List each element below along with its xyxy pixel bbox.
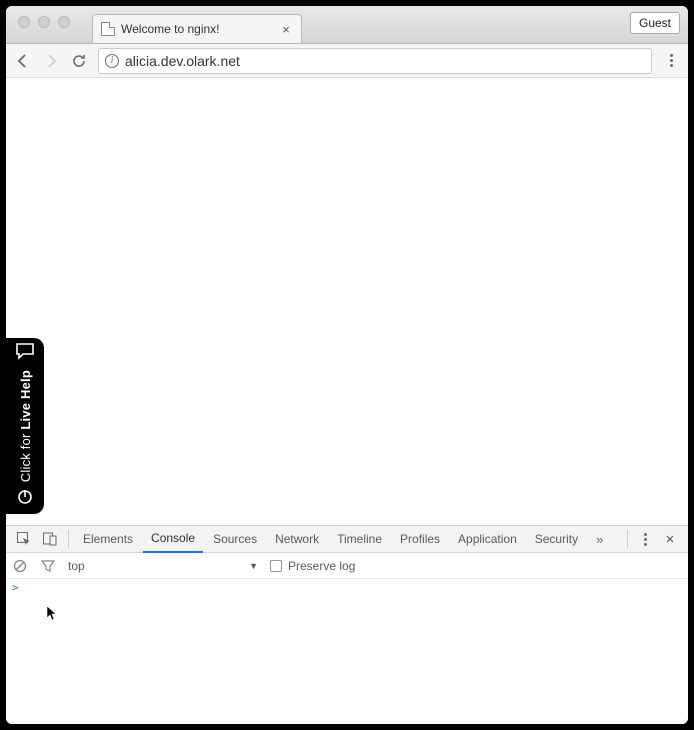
browser-tab[interactable]: Welcome to nginx! × — [92, 14, 302, 43]
page-icon — [101, 22, 115, 36]
preserve-log-checkbox[interactable] — [270, 560, 282, 572]
nav-toolbar: i alicia.dev.olark.net — [6, 44, 688, 78]
console-body[interactable]: > — [6, 579, 688, 724]
reload-button[interactable] — [70, 52, 88, 70]
chevron-down-icon: ▼ — [249, 561, 258, 571]
live-help-label: Click for Live Help — [18, 370, 33, 482]
tab-sources[interactable]: Sources — [205, 526, 265, 553]
close-devtools-icon[interactable]: × — [658, 526, 682, 553]
back-button[interactable] — [14, 52, 32, 70]
devtools-panel: Elements Console Sources Network Timelin… — [6, 525, 688, 724]
tab-title: Welcome to nginx! — [121, 22, 220, 36]
preserve-log-option[interactable]: Preserve log — [270, 559, 355, 573]
context-selector[interactable]: top ▼ — [68, 559, 258, 573]
clear-console-icon[interactable] — [12, 558, 28, 574]
window-controls — [18, 16, 70, 28]
close-tab-icon[interactable]: × — [279, 22, 293, 36]
tab-security[interactable]: Security — [527, 526, 586, 553]
mouse-cursor-icon — [46, 605, 58, 621]
overflow-tabs-icon[interactable]: » — [588, 526, 608, 553]
close-window-icon[interactable] — [18, 16, 30, 28]
separator — [68, 530, 69, 548]
console-prompt: > — [12, 581, 19, 594]
separator — [627, 530, 628, 548]
context-label: top — [68, 559, 85, 573]
device-toggle-icon[interactable] — [38, 526, 62, 553]
chat-bubble-icon — [15, 342, 35, 360]
browser-window: Welcome to nginx! × Guest i alicia.dev.o… — [6, 6, 688, 724]
guest-label: Guest — [639, 16, 671, 30]
devtools-menu-icon[interactable] — [636, 533, 654, 546]
tab-profiles[interactable]: Profiles — [392, 526, 448, 553]
filter-icon[interactable] — [40, 558, 56, 574]
site-info-icon[interactable]: i — [105, 54, 119, 68]
tab-elements[interactable]: Elements — [75, 526, 141, 553]
devtools-tabbar: Elements Console Sources Network Timelin… — [6, 526, 688, 553]
console-toolbar: top ▼ Preserve log — [6, 553, 688, 579]
preserve-log-label: Preserve log — [288, 559, 355, 573]
browser-menu-icon[interactable] — [662, 54, 680, 67]
tab-timeline[interactable]: Timeline — [329, 526, 390, 553]
minimize-window-icon[interactable] — [38, 16, 50, 28]
tab-network[interactable]: Network — [267, 526, 327, 553]
zoom-window-icon[interactable] — [58, 16, 70, 28]
power-icon — [16, 488, 34, 506]
url-text: alicia.dev.olark.net — [125, 53, 240, 69]
titlebar: Welcome to nginx! × Guest — [6, 6, 688, 44]
tab-application[interactable]: Application — [450, 526, 525, 553]
inspect-element-icon[interactable] — [12, 526, 36, 553]
forward-button[interactable] — [42, 52, 60, 70]
page-viewport: Click for Live Help — [6, 78, 688, 525]
tab-console[interactable]: Console — [143, 526, 203, 553]
address-bar[interactable]: i alicia.dev.olark.net — [98, 48, 652, 74]
guest-button[interactable]: Guest — [630, 12, 680, 34]
live-help-widget[interactable]: Click for Live Help — [6, 338, 44, 514]
